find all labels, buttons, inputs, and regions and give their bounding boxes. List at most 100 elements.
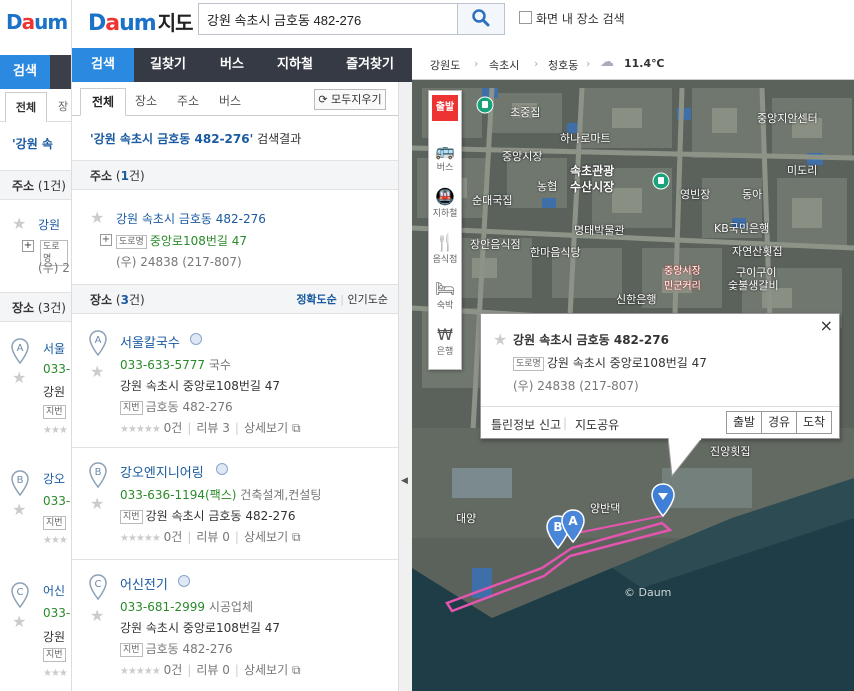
tab-subway[interactable]: 지하철 [262,48,328,82]
collapse-arrow-icon[interactable]: ◀ [401,476,408,486]
address-road: 도로명 중앙로108번길 47 [116,232,247,249]
review-link[interactable]: 리뷰 3 [196,421,230,435]
ghost-marker-c-icon: C [11,582,29,608]
address-item-name[interactable]: 강원 속초시 금호동 482-276 [116,210,266,227]
verified-icon [216,463,228,475]
sort-accuracy[interactable]: 정확도순 [296,293,336,306]
category-lodging[interactable]: 🛏 숙박 [429,279,461,311]
ghost-subtabs: 전체 장 [0,92,71,122]
result-panel: '강원 속초시 금호동 482-276' 검색결과 주소 (1건) ★ 강원 속… [72,116,398,691]
subtab-all[interactable]: 전체 [80,88,126,116]
subway-poi-icon[interactable] [652,172,670,190]
ghost-star-icon[interactable]: ★ [12,368,26,387]
panel-scrollbar[interactable]: ◀ [398,82,412,691]
ghost-tab-search[interactable]: 검색 [0,55,50,89]
tab-directions[interactable]: 길찾기 [134,48,202,82]
sort-popular[interactable]: 인기도순 [348,293,388,306]
subway-poi-icon[interactable] [476,96,494,114]
set-via-button[interactable]: 경유 [761,411,797,434]
main-nav: 검색 길찾기 버스 지하철 즐겨찾기 [72,48,412,82]
list-item[interactable]: C ★ 어신전기 033-681-2999 시공업체 강원 속초시 중앙로108… [72,560,398,691]
ghost-place-3-name[interactable]: 어신 [43,582,65,599]
place-name[interactable]: 서울칼국수 [120,332,180,351]
ghost-subtab-all[interactable]: 전체 [5,92,47,122]
detail-link[interactable]: 상세보기 [244,663,288,677]
start-point-button[interactable]: 출발 [429,95,461,121]
ghost-place-1-phone: 033-6 [43,362,71,376]
ghost-jibun-tag: 지번 [43,516,66,530]
share-link[interactable]: 지도공유 [575,416,619,433]
ghost-jibun-tag: 지번 [43,405,66,419]
search-button[interactable] [457,3,505,35]
place-name[interactable]: 어신전기 [120,574,168,593]
ghost-nav: 검색 [0,55,71,89]
category-subway[interactable]: 🚇 지하철 [429,187,461,219]
review-link[interactable]: 리뷰 0 [196,530,230,544]
svg-text:A: A [568,514,578,528]
ghost-star-icon[interactable]: ★ [12,500,26,519]
daum-logo[interactable]: Daum 지도 [88,7,194,36]
ghost-subtab-place[interactable]: 장 [58,92,68,122]
ghost-place-1-name[interactable]: 서울 [43,340,65,357]
top-bar: Daum지도 화면 내 장소 검색 [72,0,854,48]
set-start-button[interactable]: 출발 [726,411,762,434]
place-review-line: ★★★★★ 0건 | 리뷰 0 | 상세보기 ⧉ [120,663,301,677]
breadcrumb-city[interactable]: 속초시 [489,57,519,73]
breadcrumb-district[interactable]: 청호동 [548,57,578,73]
tab-bus[interactable]: 버스 [202,48,262,82]
tab-favorites[interactable]: 즐겨찾기 [328,48,412,82]
map-category-toolbar: 출발 🚌 버스 🚇 지하철 🍴 음식점 🛏 숙박 ₩ 은행 [428,90,462,370]
ghost-star-icon[interactable]: ★ [12,612,26,631]
expand-icon[interactable]: + [100,234,112,246]
favorite-star-icon[interactable]: ★ [90,494,104,513]
category-bank[interactable]: ₩ 은행 [429,325,461,357]
favorite-star-icon[interactable]: ★ [493,330,507,349]
area-search-checkbox[interactable] [519,11,532,24]
bed-icon: 🛏 [434,279,456,298]
place-section-header: 장소 (3건) 정확도순 | 인기도순 [72,284,398,314]
favorite-star-icon[interactable]: ★ [90,606,104,625]
set-destination-button[interactable]: 도착 [796,411,832,434]
place-address: 강원 속초시 중앙로108번길 47 [120,621,281,635]
map-marker-a-icon[interactable]: A [560,509,586,543]
svg-text:C: C [95,579,102,590]
place-review-line: ★★★★★ 0건 | 리뷰 0 | 상세보기 ⧉ [120,530,301,544]
ghost-place-2-phone: 033-6 [43,494,71,508]
svg-text:B: B [17,475,24,486]
svg-text:C: C [17,587,24,598]
list-item[interactable]: A ★ 서울칼국수 033-633-5777 국수 강원 속초시 중앙로108번… [72,316,398,448]
ghost-result-title: '강원 속 [12,137,53,151]
category-bus[interactable]: 🚌 버스 [429,141,461,173]
place-jibun: 지번 금호동 482-276 [120,640,233,657]
ghost-place-2-name[interactable]: 강오 [43,470,65,487]
place-name[interactable]: 강오엔지니어링 [120,462,204,481]
review-link[interactable]: 리뷰 0 [196,663,230,677]
ghost-star-icon[interactable]: ★ [12,214,26,233]
favorite-star-icon[interactable]: ★ [90,362,104,381]
result-title: '강원 속초시 금호동 482-276' 검색결과 [90,132,302,146]
ghost-postal: (우) 2 [38,261,70,275]
marker-c-icon: C [89,574,107,600]
search-input[interactable] [198,3,460,35]
list-item[interactable]: B ★ 강오엔지니어링 033-636-1194(팩스) 건축설계,컨설팅 지번… [72,448,398,560]
tab-search[interactable]: 검색 [72,48,134,82]
ghost-address-section: 주소 (1건) [0,170,71,200]
address-section-header: 주소 (1건) [72,160,398,190]
subtab-address[interactable]: 주소 [168,88,208,116]
ghost-expand-icon[interactable]: + [22,240,34,252]
category-restaurant[interactable]: 🍴 음식점 [429,233,461,265]
reset-button[interactable]: ⟳ 모두지우기 [314,89,386,110]
breadcrumb-province[interactable]: 강원도 [430,57,460,73]
subtab-place[interactable]: 장소 [126,88,166,116]
ghost-marker-a-icon: A [11,338,29,364]
subtab-bus[interactable]: 버스 [210,88,250,116]
favorite-star-icon[interactable]: ★ [90,208,104,227]
map-marker-address-icon[interactable] [650,483,676,517]
report-link[interactable]: 틀린정보 신고 [491,416,561,433]
ghost-addr-name[interactable]: 강원 [38,216,60,233]
ghost-logo: Daum [6,10,68,34]
close-icon[interactable]: × [820,316,833,335]
ghost-marker-b-icon: B [11,470,29,496]
detail-link[interactable]: 상세보기 [244,530,288,544]
detail-link[interactable]: 상세보기 [244,421,288,435]
